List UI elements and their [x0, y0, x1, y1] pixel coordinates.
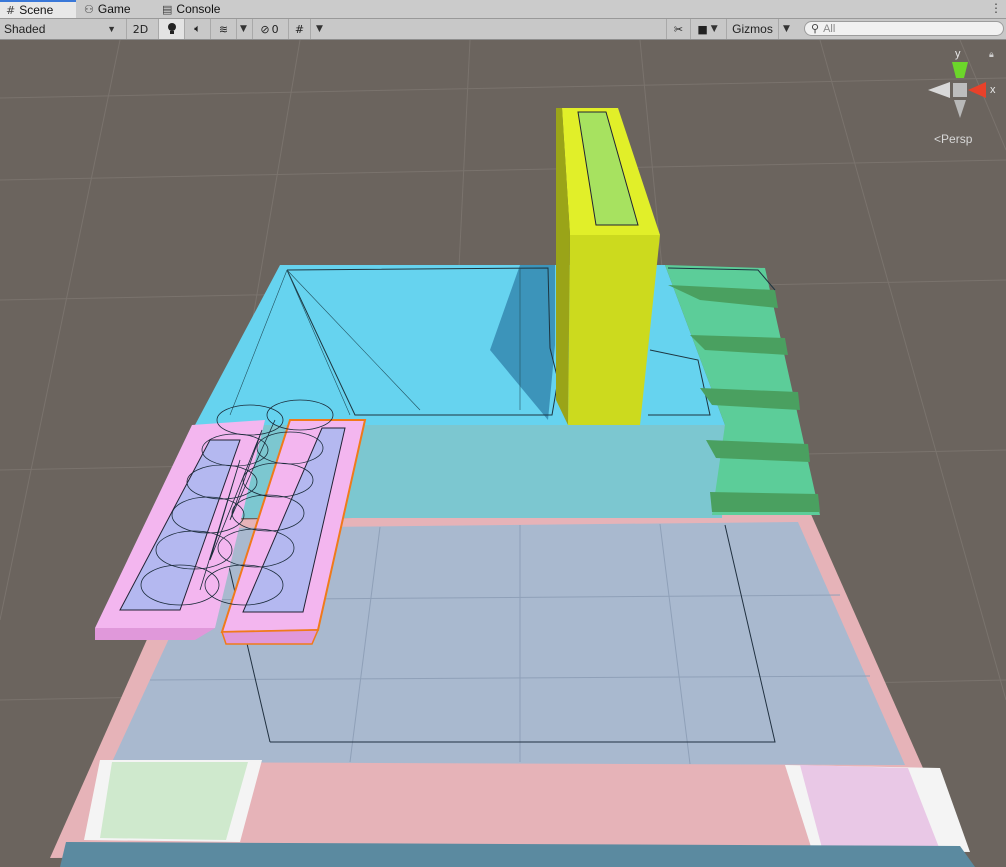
effects-button[interactable]: ≋ [210, 19, 236, 39]
toggle-2d-button[interactable]: 2D [126, 19, 154, 39]
scene-search-field[interactable]: ⚲ [804, 21, 1004, 36]
light-bulb-icon [167, 23, 176, 34]
x-axis-cone[interactable] [968, 82, 986, 98]
yellow-wall [556, 108, 660, 425]
scene-search-input[interactable] [823, 22, 994, 35]
gizmos-label: Gizmos [732, 22, 773, 36]
camera-icon: ■ [697, 22, 708, 36]
gamepad-icon: ⚇ [84, 2, 94, 16]
tab-game[interactable]: ⚇ Game [78, 0, 140, 18]
neg-x-axis-cone[interactable] [928, 82, 950, 98]
toggle-2d-label: 2D [132, 22, 149, 36]
y-axis-label: y [955, 48, 961, 60]
chevron-down-icon: ▼ [107, 24, 116, 34]
gizmos-button[interactable]: Gizmos [726, 19, 778, 39]
projection-toggle[interactable]: <Persp [934, 132, 972, 146]
scene-viewport[interactable] [0, 40, 1006, 867]
x-axis-label: x [990, 84, 996, 96]
search-icon: ⚲ [811, 22, 820, 35]
draw-mode-dropdown[interactable]: Shaded ▼ [0, 19, 122, 39]
audio-toggle-button[interactable]: 🔈︎ [184, 19, 210, 39]
scene-toolbar: Shaded ▼ 2D 🔈︎ ≋ ▼ ⊘ 0 # ▼ ✂︎ ■ ▼ Gizmos… [0, 19, 1006, 40]
chevron-left-icon: < [934, 132, 942, 146]
gizmo-center-cube[interactable] [953, 83, 967, 97]
eye-slash-icon: ⊘ [260, 22, 270, 36]
chevron-down-icon: ▼ [240, 24, 247, 34]
tab-scene-label: Scene [19, 3, 54, 17]
tab-console-label: Console [176, 2, 221, 16]
draw-mode-value: Shaded [4, 22, 46, 36]
speaker-icon: 🔈︎ [194, 22, 201, 35]
tab-game-label: Game [97, 2, 131, 16]
tools-icon: ✂︎ [673, 22, 684, 36]
lock-icon[interactable]: 🔒︎ [989, 50, 994, 60]
camera-settings-button[interactable]: ■ ▼ [690, 19, 724, 39]
tools-button[interactable]: ✂︎ [666, 19, 690, 39]
neg-y-axis-cone[interactable] [954, 100, 966, 118]
chevron-down-icon: ▼ [316, 24, 323, 34]
chevron-down-icon: ▼ [710, 24, 718, 34]
grid-snap-icon: # [294, 22, 305, 36]
panel-menu-icon[interactable]: ⋮ [990, 1, 1002, 15]
effects-dropdown[interactable]: ▼ [236, 19, 250, 39]
lighting-toggle-button[interactable] [158, 19, 184, 39]
gizmos-dropdown[interactable]: ▼ [778, 19, 794, 39]
grid-snap-button[interactable]: # [288, 19, 310, 39]
projection-label: Persp [941, 132, 973, 146]
console-list-icon: ▤ [162, 2, 173, 16]
tab-console[interactable]: ▤ Console [156, 0, 232, 18]
chevron-down-icon: ▼ [783, 24, 790, 34]
grid-icon: # [6, 3, 16, 17]
grid-snap-dropdown[interactable]: ▼ [310, 19, 328, 39]
y-axis-cone[interactable] [952, 62, 968, 78]
hidden-objects-count: 0 [271, 22, 279, 36]
tab-scene[interactable]: # Scene [0, 0, 76, 18]
effects-layers-icon: ≋ [218, 22, 229, 36]
hidden-objects-toggle[interactable]: ⊘ 0 [252, 19, 286, 39]
editor-tab-bar: # Scene ⚇ Game ▤ Console ⋮ [0, 0, 1006, 19]
